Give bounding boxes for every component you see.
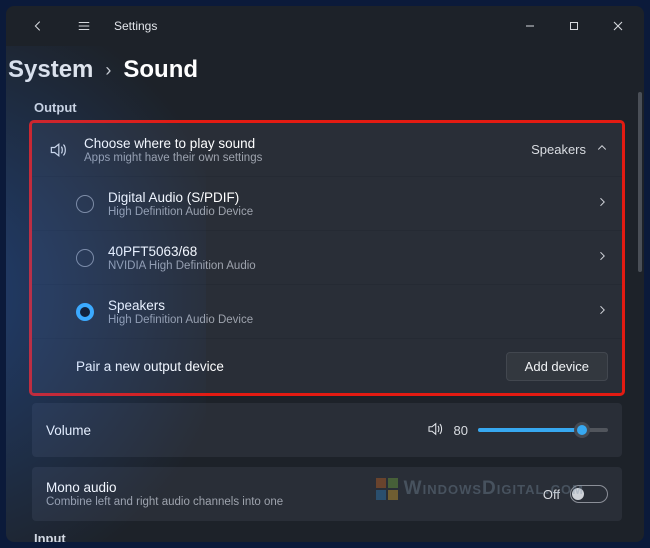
output-device-expander[interactable]: Choose where to play sound Apps might ha… xyxy=(32,123,622,177)
output-current-value: Speakers xyxy=(531,142,586,157)
title-bar: Settings xyxy=(6,6,644,46)
volume-card: Volume 80 xyxy=(32,403,622,457)
scrollbar[interactable] xyxy=(638,92,642,496)
output-header-title: Choose where to play sound xyxy=(84,136,517,151)
output-section-label: Output xyxy=(14,100,622,123)
add-device-button[interactable]: Add device xyxy=(506,352,608,381)
mono-subtitle: Combine left and right audio channels in… xyxy=(46,496,529,508)
close-button[interactable] xyxy=(596,8,640,44)
device-title: 40PFT5063/68 xyxy=(108,244,582,259)
menu-button[interactable] xyxy=(64,8,104,44)
chevron-right-icon[interactable] xyxy=(596,250,608,265)
mono-title: Mono audio xyxy=(46,480,529,495)
device-title: Digital Audio (S/PDIF) xyxy=(108,190,582,205)
speaker-icon xyxy=(46,140,70,160)
mono-audio-row[interactable]: Mono audio Combine left and right audio … xyxy=(32,467,622,521)
pair-device-row: Pair a new output device Add device xyxy=(32,339,622,393)
chevron-right-icon[interactable] xyxy=(596,196,608,211)
minimize-button[interactable] xyxy=(508,8,552,44)
volume-slider[interactable] xyxy=(478,421,608,439)
chevron-up-icon xyxy=(596,142,608,157)
chevron-right-icon[interactable] xyxy=(596,304,608,319)
scrollbar-thumb[interactable] xyxy=(638,92,642,272)
output-card: Choose where to play sound Apps might ha… xyxy=(32,123,622,393)
breadcrumb-parent[interactable]: System xyxy=(8,56,93,84)
maximize-button[interactable] xyxy=(552,8,596,44)
device-subtitle: High Definition Audio Device xyxy=(108,206,582,218)
device-title: Speakers xyxy=(108,298,582,313)
volume-label: Volume xyxy=(46,423,412,438)
radio-unselected[interactable] xyxy=(76,249,94,267)
back-button[interactable] xyxy=(18,8,58,44)
slider-thumb[interactable] xyxy=(574,422,590,438)
breadcrumb: System › Sound xyxy=(8,52,622,100)
device-subtitle: NVIDIA High Definition Audio xyxy=(108,260,582,272)
mono-audio-card: Mono audio Combine left and right audio … xyxy=(32,467,622,521)
mono-toggle[interactable] xyxy=(570,485,608,503)
output-device-option[interactable]: 40PFT5063/68 NVIDIA High Definition Audi… xyxy=(32,231,622,285)
breadcrumb-current: Sound xyxy=(123,56,198,84)
mono-state: Off xyxy=(543,487,560,502)
output-device-option[interactable]: Digital Audio (S/PDIF) High Definition A… xyxy=(32,177,622,231)
volume-value: 80 xyxy=(454,423,468,438)
output-device-option[interactable]: Speakers High Definition Audio Device xyxy=(32,285,622,339)
app-title: Settings xyxy=(114,19,157,33)
input-section-label: Input xyxy=(14,531,622,542)
volume-row: Volume 80 xyxy=(32,403,622,457)
pair-label: Pair a new output device xyxy=(76,359,492,374)
output-header-subtitle: Apps might have their own settings xyxy=(84,152,517,164)
radio-unselected[interactable] xyxy=(76,195,94,213)
radio-selected[interactable] xyxy=(76,303,94,321)
device-subtitle: High Definition Audio Device xyxy=(108,314,582,326)
settings-window: Settings System › Sound Output xyxy=(6,6,644,542)
volume-icon[interactable] xyxy=(426,420,444,441)
chevron-right-icon: › xyxy=(105,60,111,81)
